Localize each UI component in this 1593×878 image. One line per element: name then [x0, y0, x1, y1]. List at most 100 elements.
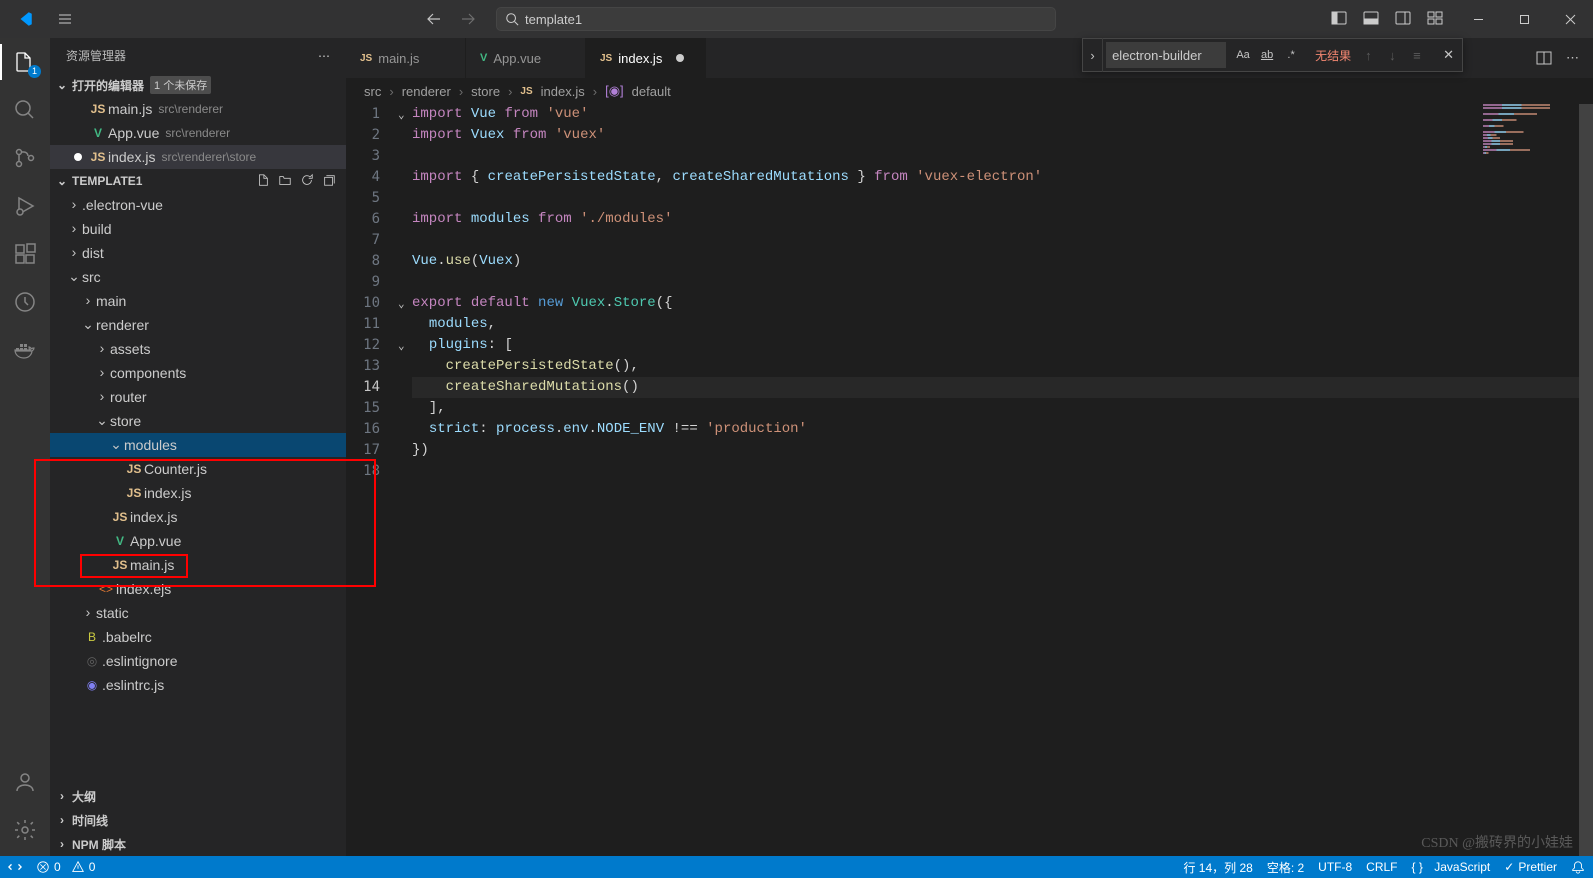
- open-editors-header[interactable]: ⌄ 打开的编辑器 1 个未保存: [50, 73, 346, 97]
- command-center[interactable]: template1: [496, 7, 1056, 31]
- unsaved-badge: 1 个未保存: [150, 76, 211, 94]
- minimize-button[interactable]: [1455, 0, 1501, 38]
- sidebar-title: 资源管理器 ⋯: [50, 38, 346, 73]
- refresh-icon[interactable]: [300, 173, 316, 189]
- open-editor-item[interactable]: VApp.vuesrc\renderer: [50, 121, 346, 145]
- statusbar: 0 0 行 14，列 28 空格: 2 UTF-8 CRLF { } JavaS…: [0, 856, 1593, 878]
- open-editor-item[interactable]: JSmain.jssrc\renderer: [50, 97, 346, 121]
- open-editor-item[interactable]: JSindex.jssrc\renderer\store: [50, 145, 346, 169]
- regex-icon[interactable]: .​*: [1281, 45, 1301, 65]
- run-debug-icon[interactable]: [11, 192, 39, 220]
- folder-renderer[interactable]: ⌄renderer: [50, 313, 346, 337]
- match-word-icon[interactable]: ab: [1257, 45, 1277, 65]
- folder-router[interactable]: ›router: [50, 385, 346, 409]
- find-close-icon[interactable]: ✕: [1435, 47, 1462, 63]
- encoding[interactable]: UTF-8: [1318, 856, 1352, 878]
- command-center-text: template1: [525, 12, 582, 27]
- file-counter-js[interactable]: JSCounter.js: [50, 457, 346, 481]
- nav-group: [420, 5, 482, 33]
- file-modules-index-js[interactable]: JSindex.js: [50, 481, 346, 505]
- find-widget: › Aa ab .​* 无结果 ↑ ↓ ≡ ✕: [1082, 38, 1463, 72]
- collapse-all-icon[interactable]: [322, 173, 338, 189]
- notifications-icon[interactable]: [1571, 856, 1585, 878]
- more-tab-actions-icon[interactable]: ⋯: [1566, 50, 1579, 66]
- layout-controls: [1331, 10, 1455, 28]
- search-activity-icon[interactable]: [11, 96, 39, 124]
- hamburger-menu-icon[interactable]: [50, 4, 80, 34]
- language-mode[interactable]: { } JavaScript: [1412, 856, 1491, 878]
- nav-forward-button[interactable]: [454, 5, 482, 33]
- match-case-icon[interactable]: Aa: [1233, 45, 1253, 65]
- find-next-icon[interactable]: ↓: [1389, 48, 1407, 63]
- editor-tab[interactable]: JSmain.js: [346, 38, 466, 78]
- folder-modules[interactable]: ⌄modules: [50, 433, 346, 457]
- new-file-icon[interactable]: [256, 173, 272, 189]
- eol[interactable]: CRLF: [1366, 856, 1397, 878]
- maximize-button[interactable]: [1501, 0, 1547, 38]
- chevron-down-icon: ⌄: [54, 78, 70, 92]
- indentation[interactable]: 空格: 2: [1267, 856, 1304, 878]
- toggle-secondary-sidebar-icon[interactable]: [1395, 10, 1413, 28]
- search-icon: [505, 12, 519, 26]
- problems-indicator[interactable]: 0 0: [36, 856, 95, 878]
- toggle-primary-sidebar-icon[interactable]: [1331, 10, 1349, 28]
- accounts-icon[interactable]: [11, 768, 39, 796]
- source-control-icon[interactable]: [11, 144, 39, 172]
- explorer-badge: 1: [28, 65, 41, 78]
- editor-tab[interactable]: VApp.vue: [466, 38, 586, 78]
- titlebar: template1: [0, 0, 1593, 38]
- minimap[interactable]: [1483, 104, 1579, 204]
- folder-src[interactable]: ⌄src: [50, 265, 346, 289]
- more-actions-icon[interactable]: ⋯: [318, 49, 330, 63]
- customize-layout-icon[interactable]: [1427, 10, 1445, 28]
- editor-area: JSmain.jsVApp.vueJSindex.js ⋯ src› rende…: [346, 38, 1593, 856]
- window-controls: [1455, 0, 1593, 38]
- new-folder-icon[interactable]: [278, 173, 294, 189]
- folder-main[interactable]: ›main: [50, 289, 346, 313]
- find-input[interactable]: [1106, 42, 1226, 68]
- folder-build[interactable]: ›build: [50, 217, 346, 241]
- outline-header[interactable]: ›大纲: [50, 784, 346, 808]
- npm-scripts-header[interactable]: ›NPM 脚本: [50, 832, 346, 856]
- explorer-sidebar: 资源管理器 ⋯ ⌄ 打开的编辑器 1 个未保存 JSmain.jssrc\ren…: [50, 38, 346, 856]
- nav-back-button[interactable]: [420, 5, 448, 33]
- file-main-js[interactable]: JSmain.js: [50, 553, 346, 577]
- find-selection-icon[interactable]: ≡: [1413, 48, 1431, 63]
- prettier-status[interactable]: ✓ Prettier: [1504, 856, 1557, 878]
- split-editor-icon[interactable]: [1536, 50, 1552, 66]
- file-index-ejs[interactable]: <>index.ejs: [50, 577, 346, 601]
- activity-bar: 1: [0, 38, 50, 856]
- file-eslintrc[interactable]: ◉.eslintrc.js: [50, 673, 346, 697]
- remote-icon[interactable]: [11, 288, 39, 316]
- folder-electron-vue[interactable]: ›.electron-vue: [50, 193, 346, 217]
- folder-store[interactable]: ⌄store: [50, 409, 346, 433]
- watermark: CSDN @搬砖界的小娃娃: [1421, 832, 1573, 852]
- folder-assets[interactable]: ›assets: [50, 337, 346, 361]
- modified-dot-icon: [676, 54, 684, 62]
- editor-scrollbar[interactable]: [1579, 104, 1593, 856]
- toggle-panel-icon[interactable]: [1363, 10, 1381, 28]
- settings-gear-icon[interactable]: [11, 816, 39, 844]
- timeline-header[interactable]: ›时间线: [50, 808, 346, 832]
- folder-components[interactable]: ›components: [50, 361, 346, 385]
- file-eslintignore[interactable]: ◎.eslintignore: [50, 649, 346, 673]
- cursor-position[interactable]: 行 14，列 28: [1183, 856, 1252, 878]
- close-button[interactable]: [1547, 0, 1593, 38]
- extensions-icon[interactable]: [11, 240, 39, 268]
- remote-indicator[interactable]: [8, 856, 22, 878]
- modified-dot-icon: [74, 153, 82, 161]
- explorer-icon[interactable]: 1: [11, 48, 39, 76]
- find-expand-icon[interactable]: ›: [1083, 38, 1103, 72]
- code-editor[interactable]: 123456789101112131415161718 ⌄⌄⌄ import V…: [346, 104, 1593, 856]
- editor-tab[interactable]: JSindex.js: [586, 38, 706, 78]
- breadcrumb[interactable]: src› renderer› store› JSindex.js› [◉]def…: [346, 78, 1593, 104]
- docker-icon[interactable]: [11, 336, 39, 364]
- file-store-index-js[interactable]: JSindex.js: [50, 505, 346, 529]
- folder-dist[interactable]: ›dist: [50, 241, 346, 265]
- folder-static[interactable]: ›static: [50, 601, 346, 625]
- file-app-vue[interactable]: VApp.vue: [50, 529, 346, 553]
- find-prev-icon[interactable]: ↑: [1365, 48, 1383, 63]
- project-header[interactable]: ⌄ TEMPLATE1: [50, 169, 346, 193]
- file-tree: ›.electron-vue ›build ›dist ⌄src ›main ⌄…: [50, 193, 346, 697]
- file-babelrc[interactable]: B.babelrc: [50, 625, 346, 649]
